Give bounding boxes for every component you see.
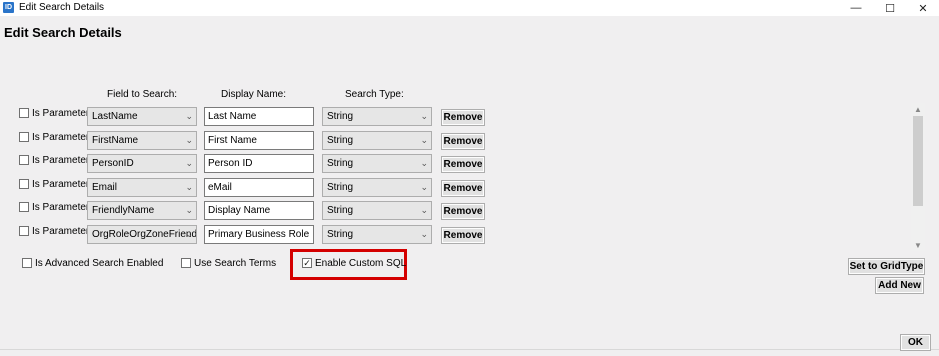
search-type-select[interactable]: String ⌄ [322,131,432,150]
set-to-gridtype-button[interactable]: Set to GridType [848,258,925,275]
search-row: Is Parameter FriendlyName ⌄ Display Name… [16,201,910,223]
search-row: Is Parameter Email ⌄ eMail String ⌄ Remo… [16,178,910,200]
chevron-down-icon: ⌄ [185,205,193,215]
display-name-input[interactable]: Display Name [204,201,314,220]
title-bar: ID Edit Search Details — ☐ ✕ [0,0,939,16]
maximize-button[interactable]: ☐ [872,0,908,16]
field-to-search-value: LastName [92,111,138,122]
display-name-input[interactable]: First Name [204,131,314,150]
enable-custom-sql-label: Enable Custom SQL [315,258,407,269]
remove-button[interactable]: Remove [441,156,485,173]
is-parameter-label: Is Parameter [32,155,90,166]
is-parameter-label: Is Parameter [32,226,90,237]
search-type-select[interactable]: String ⌄ [322,154,432,173]
search-row: Is Parameter OrgRoleOrgZoneFriend ⌄ Prim… [16,225,910,247]
vertical-scrollbar[interactable]: ▲ ▼ [911,103,925,251]
is-parameter-checkbox[interactable] [19,179,29,189]
remove-button[interactable]: Remove [441,133,485,150]
column-header-display: Display Name: [221,89,287,100]
is-parameter-label: Is Parameter [32,108,90,119]
display-name-input[interactable]: Last Name [204,107,314,126]
is-parameter-checkbox[interactable] [19,155,29,165]
display-name-input[interactable]: Person ID [204,154,314,173]
field-to-search-select[interactable]: FriendlyName ⌄ [87,201,197,220]
divider [0,349,939,350]
advanced-search-checkbox[interactable] [22,258,32,268]
field-to-search-select[interactable]: Email ⌄ [87,178,197,197]
close-button[interactable]: ✕ [905,0,939,16]
field-to-search-select[interactable]: FirstName ⌄ [87,131,197,150]
field-to-search-select[interactable]: LastName ⌄ [87,107,197,126]
chevron-down-icon: ⌄ [185,135,193,145]
add-new-button[interactable]: Add New [875,277,924,294]
chevron-down-icon: ⌄ [420,158,428,168]
is-parameter-checkbox[interactable] [19,132,29,142]
field-to-search-value: PersonID [92,158,134,169]
field-to-search-value: FriendlyName [92,205,155,216]
scroll-up-icon[interactable]: ▲ [911,103,925,115]
advanced-search-label: Is Advanced Search Enabled [35,258,164,269]
minimize-button[interactable]: — [838,0,874,16]
remove-button[interactable]: Remove [441,180,485,197]
ok-button[interactable]: OK [900,334,931,351]
column-header-type: Search Type: [345,89,404,100]
enable-custom-sql-checkbox[interactable]: ✓ [302,258,312,268]
search-type-value: String [327,111,354,122]
chevron-down-icon: ⌄ [420,229,428,239]
search-type-select[interactable]: String ⌄ [322,201,432,220]
search-type-value: String [327,135,354,146]
chevron-down-icon: ⌄ [420,205,428,215]
chevron-down-icon: ⌄ [185,158,193,168]
display-name-input[interactable]: Primary Business Role [204,225,314,244]
search-type-value: String [327,205,354,216]
display-name-input[interactable]: eMail [204,178,314,197]
scroll-thumb[interactable] [913,116,923,206]
column-header-field: Field to Search: [107,89,178,100]
window-title: Edit Search Details [19,2,105,13]
field-to-search-value: FirstName [92,135,139,146]
remove-button[interactable]: Remove [441,109,485,126]
is-parameter-label: Is Parameter [32,132,90,143]
search-type-select[interactable]: String ⌄ [322,178,432,197]
chevron-down-icon: ⌄ [420,111,428,121]
chevron-down-icon: ⌄ [185,111,193,121]
field-to-search-value: OrgRoleOrgZoneFriend [92,229,196,240]
search-type-value: String [327,158,354,169]
scroll-down-icon[interactable]: ▼ [911,239,925,251]
search-row: Is Parameter PersonID ⌄ Person ID String… [16,154,910,176]
is-parameter-checkbox[interactable] [19,108,29,118]
app-icon: ID [3,2,14,13]
use-search-terms-label: Use Search Terms [194,258,277,269]
search-type-select[interactable]: String ⌄ [322,225,432,244]
remove-button[interactable]: Remove [441,203,485,220]
chevron-down-icon: ⌄ [185,229,193,239]
search-row: Is Parameter FirstName ⌄ First Name Stri… [16,131,910,153]
is-parameter-checkbox[interactable] [19,202,29,212]
search-rows-list: Is Parameter LastName ⌄ Last Name String… [16,103,910,253]
is-parameter-label: Is Parameter [32,179,90,190]
chevron-down-icon: ⌄ [185,182,193,192]
search-type-select[interactable]: String ⌄ [322,107,432,126]
field-to-search-select[interactable]: OrgRoleOrgZoneFriend ⌄ [87,225,197,244]
remove-button[interactable]: Remove [441,227,485,244]
chevron-down-icon: ⌄ [420,135,428,145]
search-row: Is Parameter LastName ⌄ Last Name String… [16,107,910,129]
is-parameter-checkbox[interactable] [19,226,29,236]
field-to-search-select[interactable]: PersonID ⌄ [87,154,197,173]
page-title: Edit Search Details [4,25,122,40]
is-parameter-label: Is Parameter [32,202,90,213]
search-type-value: String [327,182,354,193]
chevron-down-icon: ⌄ [420,182,428,192]
use-search-terms-checkbox[interactable] [181,258,191,268]
field-to-search-value: Email [92,182,118,193]
search-type-value: String [327,229,354,240]
